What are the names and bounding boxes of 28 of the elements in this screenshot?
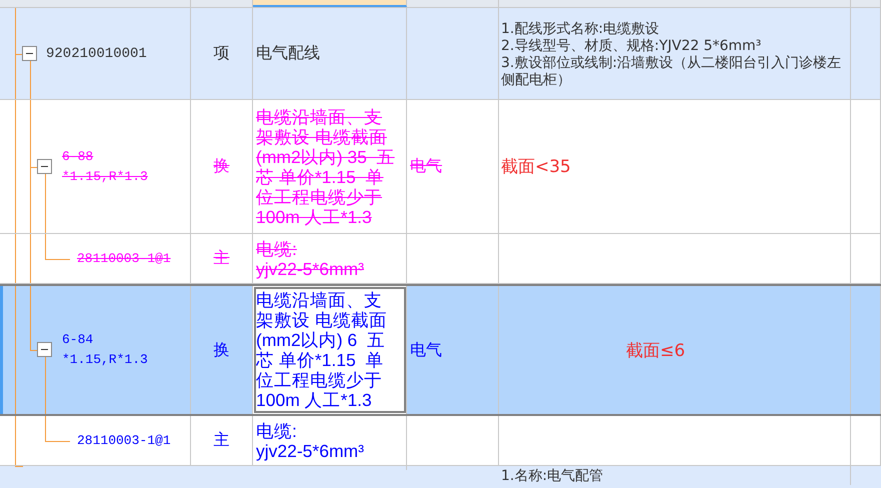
table-row[interactable]: 6-84 *1.15,R*1.3 换 电缆沿墙面、支架敷设 电缆截面(mm2以内) 6 五芯 单价*1.15 单位工程电缆少于100m 人工*1.3 电气 截面≤6 — [0, 284, 881, 416]
item-name: 电气配线 — [256, 44, 321, 64]
collapse-icon[interactable] — [37, 342, 52, 357]
category-text: 电气 — [410, 340, 442, 360]
annotation-text: 截面<35 — [501, 156, 571, 178]
item-name: 电缆: yjv22-5*6mm³ — [256, 420, 365, 460]
item-code: 920210010001 — [46, 44, 147, 64]
unit-text: 项 — [214, 43, 230, 64]
item-code: 6-84 *1.15,R*1.3 — [62, 331, 148, 369]
feature-description: 1.配线形式名称:电缆敷设 2.导线型号、材质、规格:YJV22 5*6mm³ 3.敷设部位或线制:沿墙敷设（从二楼阳台引入门诊楼左侧配电柜） — [501, 20, 842, 88]
item-code: 28110003-1@1 — [77, 250, 171, 268]
unit-text: 换 — [214, 156, 230, 177]
item-name: 电缆沿墙面、支架敷设 电缆截面(mm2以内) 35 五芯 单价*1.15 单位工程电缆少于100m 人工*1.3 — [256, 106, 396, 226]
item-name: 电缆: yjv22-5*6mm³ — [256, 238, 365, 278]
table-row[interactable]: 28110003-1@1 主 电缆: yjv22-5*6mm³ — [0, 416, 881, 466]
item-code: 28110003-1@1 — [77, 432, 171, 450]
unit-text: 主 — [214, 248, 230, 269]
collapse-icon[interactable] — [22, 46, 37, 60]
table-row[interactable]: 920210010001 项 电气配线 1.配线形式名称:电缆敷设 2.导线型号、材质、规格:YJV22 5*6mm³ 3.敷设部位或线制:沿墙敷设（从二楼阳台引入门诊楼左侧配电柜） — [0, 8, 881, 100]
feature-description: 1.名称:电气配管 — [501, 467, 604, 485]
table-row[interactable]: 1.名称:电气配管 — [0, 466, 881, 488]
collapse-icon[interactable] — [37, 158, 52, 174]
annotation-text: 截面≤6 — [626, 340, 686, 362]
category-text: 电气 — [410, 156, 442, 177]
unit-text: 换 — [214, 340, 230, 360]
unit-text: 主 — [214, 430, 230, 451]
item-code: 6-88 *1.15,R*1.3 — [62, 148, 148, 186]
item-name: 电缆沿墙面、支架敷设 电缆截面(mm2以内) 6 五芯 单价*1.15 单位工程电缆少于100m 人工*1.3 — [256, 290, 388, 410]
